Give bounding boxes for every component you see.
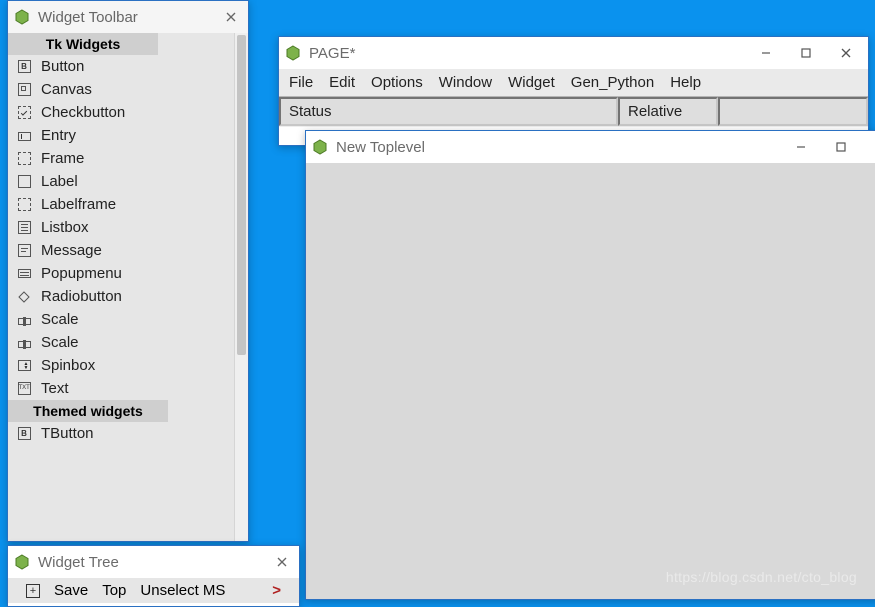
toplevel-title: New Toplevel <box>336 139 781 156</box>
page-close-button[interactable] <box>826 39 866 67</box>
menu-file[interactable]: File <box>289 74 313 91</box>
labelframe-icon <box>16 197 32 213</box>
radiobutton-icon <box>16 289 32 305</box>
widget-item-label: Spinbox <box>41 357 95 374</box>
page-titlebar: PAGE* <box>279 37 868 69</box>
toplevel-minimize-button[interactable] <box>781 133 821 161</box>
toplevel-app-icon <box>312 139 328 155</box>
tree-window: Widget Tree + Save Top Unselect MS > <box>7 545 300 607</box>
widget-item-label: Label <box>41 173 78 190</box>
status-right: Relative <box>618 97 718 126</box>
widget-item-entry[interactable]: Entry <box>8 124 234 147</box>
page-minimize-button[interactable] <box>746 39 786 67</box>
watermark: https://blog.csdn.net/cto_blog <box>666 569 857 585</box>
tree-close-button[interactable] <box>267 548 297 576</box>
widget-item-button[interactable]: B Button <box>8 55 234 78</box>
scale-icon <box>16 335 32 351</box>
widget-item-popupmenu[interactable]: Popupmenu <box>8 262 234 285</box>
checkbutton-icon <box>16 105 32 121</box>
text-icon: TXT <box>16 381 32 397</box>
widget-item-label: Canvas <box>41 81 92 98</box>
tree-unselect-ms-button[interactable]: Unselect MS <box>140 582 225 599</box>
toplevel-body[interactable] <box>306 163 875 599</box>
canvas-icon <box>16 82 32 98</box>
menu-help[interactable]: Help <box>670 74 701 91</box>
toolbar-titlebar: Widget Toolbar <box>8 1 248 33</box>
toolbar-list-viewport: Tk Widgets B Button Canvas Checkbutton Entry… <box>8 33 234 541</box>
toolbar-title: Widget Toolbar <box>38 9 216 26</box>
section-themed-widgets: Themed widgets <box>8 400 168 422</box>
tree-titlebar: Widget Tree <box>8 546 299 578</box>
toolbar-scrollbar[interactable] <box>234 33 248 541</box>
message-icon <box>16 243 32 259</box>
tree-save-button[interactable]: Save <box>54 582 88 599</box>
toplevel-maximize-button[interactable] <box>821 133 861 161</box>
tree-toolbar: + Save Top Unselect MS > <box>8 578 299 603</box>
tree-app-icon <box>14 554 30 570</box>
popupmenu-icon <box>16 266 32 282</box>
menu-gen-python[interactable]: Gen_Python <box>571 74 654 91</box>
widget-item-label: Scale <box>41 311 79 328</box>
tree-expand-icon[interactable]: + <box>26 584 40 598</box>
scale-icon <box>16 312 32 328</box>
toplevel-close-button[interactable] <box>861 133 875 161</box>
spinbox-icon: ▲▼ <box>16 358 32 374</box>
widget-item-label: Listbox <box>41 219 89 236</box>
widget-item-label: Entry <box>41 127 76 144</box>
tree-title: Widget Tree <box>38 554 267 571</box>
page-status-row: Status Relative <box>279 96 868 127</box>
widget-item-scale[interactable]: Scale <box>8 331 234 354</box>
widget-item-listbox[interactable]: Listbox <box>8 216 234 239</box>
menu-widget[interactable]: Widget <box>508 74 555 91</box>
widget-item-tbutton[interactable]: B TButton <box>8 422 234 445</box>
button-icon: B <box>16 59 32 75</box>
widget-item-label: Message <box>41 242 102 259</box>
widget-item-label: TButton <box>41 425 94 442</box>
widget-item-scale[interactable]: Scale <box>8 308 234 331</box>
widget-item-label: Scale <box>41 334 79 351</box>
page-menubar: File Edit Options Window Widget Gen_Pyth… <box>279 69 868 96</box>
menu-options[interactable]: Options <box>371 74 423 91</box>
toolbar-body: Tk Widgets B Button Canvas Checkbutton Entry… <box>8 33 248 541</box>
widget-item-label[interactable]: Label <box>8 170 234 193</box>
status-extra <box>718 97 868 126</box>
label-icon <box>16 174 32 190</box>
widget-item-radiobutton[interactable]: Radiobutton <box>8 285 234 308</box>
toplevel-window: New Toplevel <box>305 130 875 600</box>
widget-item-spinbox[interactable]: ▲▼ Spinbox <box>8 354 234 377</box>
widget-item-label: Frame <box>41 150 84 167</box>
page-app-icon <box>285 45 301 61</box>
widget-item-labelframe[interactable]: Labelframe <box>8 193 234 216</box>
toplevel-titlebar: New Toplevel <box>306 131 875 163</box>
widget-item-checkbutton[interactable]: Checkbutton <box>8 101 234 124</box>
widget-item-label: Labelframe <box>41 196 116 213</box>
widget-item-text[interactable]: TXT Text <box>8 377 234 400</box>
toolbar-app-icon <box>14 9 30 25</box>
tbutton-icon: B <box>16 426 32 442</box>
widget-item-label: Text <box>41 380 69 397</box>
menu-window[interactable]: Window <box>439 74 492 91</box>
status-left: Status <box>279 97 618 126</box>
widget-item-label: Button <box>41 58 84 75</box>
tree-top-button[interactable]: Top <box>102 582 126 599</box>
widget-item-label: Checkbutton <box>41 104 125 121</box>
tree-right-chevron-icon[interactable]: > <box>272 582 281 599</box>
widget-item-label: Radiobutton <box>41 288 122 305</box>
toolbar-scrollbar-thumb[interactable] <box>237 35 246 355</box>
frame-icon <box>16 151 32 167</box>
themed-widget-list: B TButton <box>8 422 234 445</box>
section-tk-widgets: Tk Widgets <box>8 33 158 55</box>
entry-icon <box>16 128 32 144</box>
page-title: PAGE* <box>309 45 746 62</box>
menu-edit[interactable]: Edit <box>329 74 355 91</box>
toolbar-window: Widget Toolbar Tk Widgets B Button Canvas C… <box>7 0 249 542</box>
listbox-icon <box>16 220 32 236</box>
page-maximize-button[interactable] <box>786 39 826 67</box>
widget-item-label: Popupmenu <box>41 265 122 282</box>
widget-item-message[interactable]: Message <box>8 239 234 262</box>
tk-widget-list: B Button Canvas Checkbutton Entry Frame Label L… <box>8 55 234 400</box>
toolbar-close-button[interactable] <box>216 3 246 31</box>
widget-item-canvas[interactable]: Canvas <box>8 78 234 101</box>
widget-item-frame[interactable]: Frame <box>8 147 234 170</box>
